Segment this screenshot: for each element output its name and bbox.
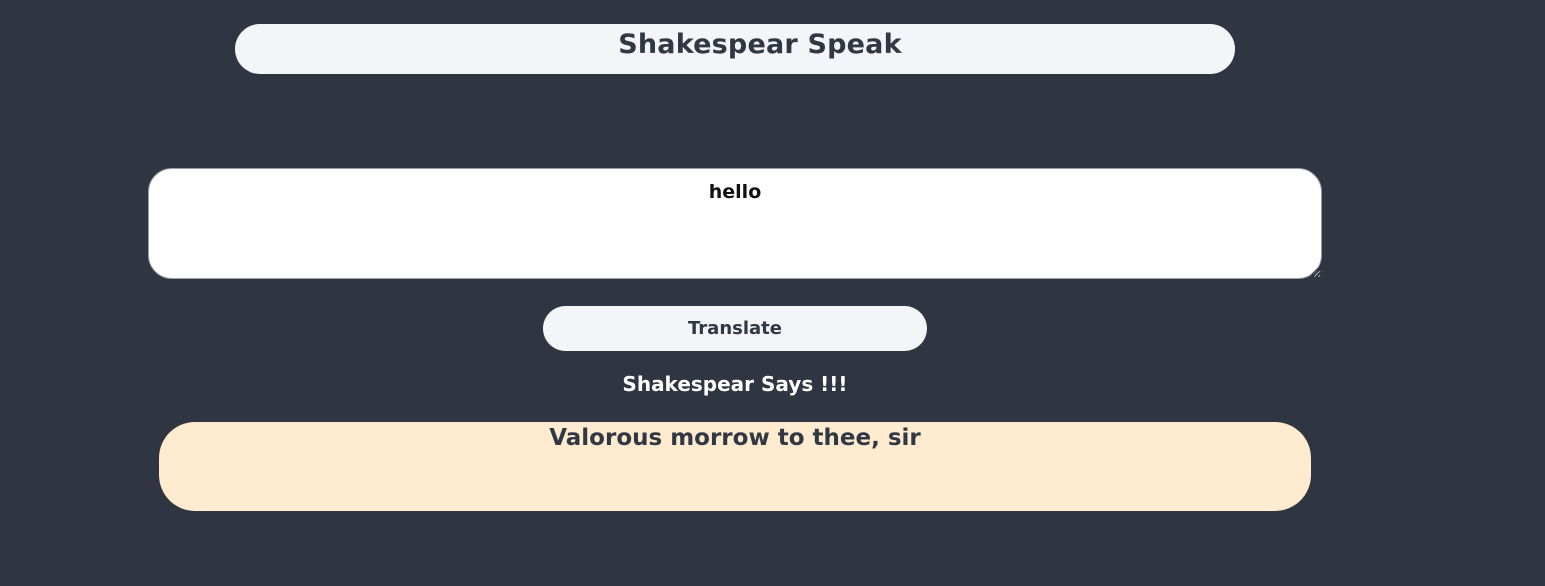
output-text: Valorous morrow to thee, sir xyxy=(549,425,921,451)
output-panel: Valorous morrow to thee, sir xyxy=(159,422,1311,511)
translation-input[interactable] xyxy=(148,168,1322,279)
header-bar: Shakespear Speak xyxy=(235,24,1235,74)
output-heading: Shakespear Says !!! xyxy=(622,372,848,396)
app-page: Shakespear Speak Translate Shakespear Sa… xyxy=(0,0,1545,586)
translate-button[interactable]: Translate xyxy=(543,306,927,351)
app-title: Shakespear Speak xyxy=(618,29,902,60)
